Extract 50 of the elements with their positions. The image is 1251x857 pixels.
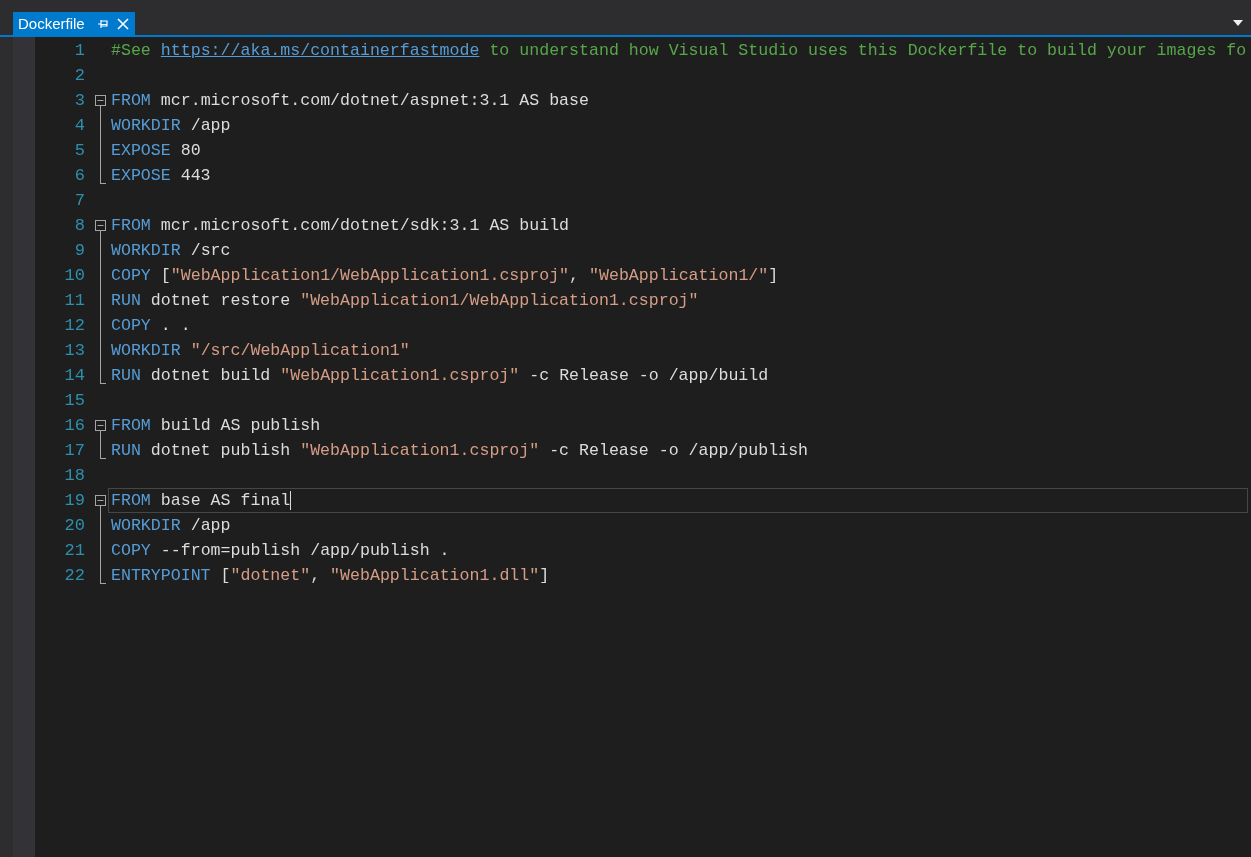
- code-line: COPY . .: [111, 315, 191, 337]
- code-line: RUN dotnet build "WebApplication1.csproj" -c Release -o /app/build: [111, 365, 769, 387]
- dropdown-arrow-icon[interactable]: [1233, 20, 1243, 26]
- collapse-icon[interactable]: [95, 420, 106, 431]
- code-line: EXPOSE 80: [111, 140, 201, 162]
- close-icon[interactable]: [116, 17, 129, 30]
- text-cursor: [290, 491, 292, 510]
- line-number: 2: [73, 65, 85, 87]
- code-line: WORKDIR /src: [111, 240, 231, 262]
- line-number: 5: [73, 140, 85, 162]
- code-line: COPY ["WebApplication1/WebApplication1.csproj", "WebApplication1/"]: [111, 265, 779, 287]
- line-number: 17: [63, 440, 85, 462]
- line-number: 10: [63, 265, 85, 287]
- line-number: 19: [63, 490, 85, 512]
- code-line: RUN dotnet restore "WebApplication1/WebApplication1.csproj": [111, 290, 699, 312]
- url-link[interactable]: https://aka.ms/containerfastmode: [160, 41, 480, 60]
- collapse-icon[interactable]: [95, 495, 106, 506]
- document-tab[interactable]: Dockerfile: [13, 12, 135, 35]
- line-number: 21: [63, 540, 85, 562]
- line-number: 9: [73, 240, 85, 262]
- line-number: 4: [73, 115, 85, 137]
- collapse-icon[interactable]: [95, 220, 106, 231]
- code-line: #See https://aka.ms/containerfastmode to understand how Visual Studio uses this Dockerfile to build your images fo: [111, 40, 1247, 62]
- code-line: FROM build AS publish: [111, 415, 321, 437]
- line-number: 8: [73, 215, 85, 237]
- code-line: FROM mcr.microsoft.com/dotnet/sdk:3.1 AS build: [111, 215, 570, 237]
- pin-icon[interactable]: [96, 17, 109, 30]
- line-number: 1: [73, 40, 85, 62]
- line-number: 16: [63, 415, 85, 437]
- code-line: WORKDIR "/src/WebApplication1": [111, 340, 410, 362]
- code-line: FROM mcr.microsoft.com/dotnet/aspnet:3.1 AS base: [111, 90, 589, 112]
- code-line: RUN dotnet publish "WebApplication1.csproj" -c Release -o /app/publish: [111, 440, 809, 462]
- code-line: COPY --from=publish /app/publish .: [111, 540, 450, 562]
- line-number: 20: [63, 515, 85, 537]
- code-line: FROM base AS final: [111, 490, 291, 512]
- code-line: ENTRYPOINT ["dotnet", "WebApplication1.dll"]: [111, 565, 550, 587]
- line-number: 3: [73, 90, 85, 112]
- code-line: WORKDIR /app: [111, 115, 231, 137]
- line-number: 7: [73, 190, 85, 212]
- line-number: 13: [63, 340, 85, 362]
- line-number: 12: [63, 315, 85, 337]
- code-line: WORKDIR /app: [111, 515, 231, 537]
- code-line: EXPOSE 443: [111, 165, 211, 187]
- line-number: 14: [63, 365, 85, 387]
- line-number: 11: [63, 290, 85, 312]
- line-number: 6: [73, 165, 85, 187]
- line-number: 18: [63, 465, 85, 487]
- line-number: 22: [63, 565, 85, 587]
- collapse-icon[interactable]: [95, 95, 106, 106]
- line-number: 15: [63, 390, 85, 412]
